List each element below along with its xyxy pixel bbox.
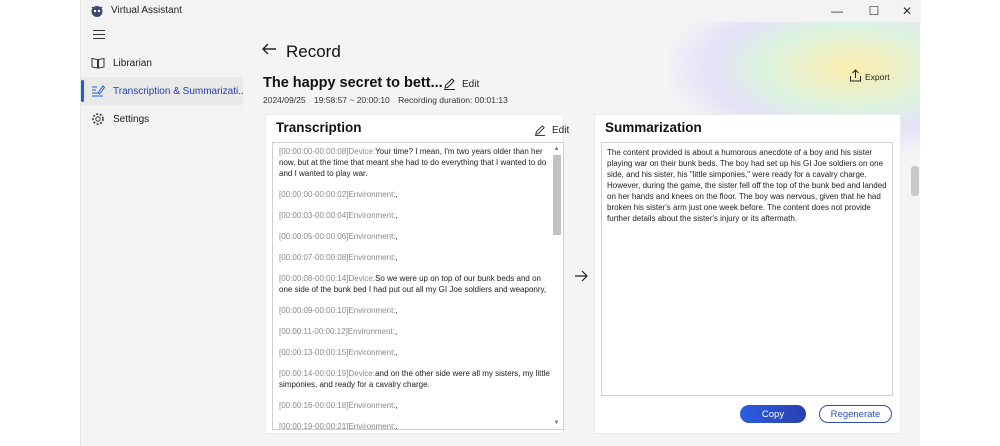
segment-timestamp: [00:00:03-00:00:04] xyxy=(279,211,349,220)
transcript-segment: [00:00:09-00:00:10]Environment:, xyxy=(279,305,551,316)
segment-speaker: Environment: xyxy=(348,348,396,357)
segment-speaker: Environment: xyxy=(348,190,396,199)
sidebar-item-settings[interactable]: Settings xyxy=(81,105,243,133)
minimize-button[interactable]: — xyxy=(828,3,846,19)
segment-text: , xyxy=(395,306,398,315)
segment-speaker: Device: xyxy=(348,147,376,156)
sidebar-item-label: Transcription & Summarizati... xyxy=(113,85,247,97)
transcription-scrollbar[interactable]: ▲ ▼ xyxy=(552,145,561,427)
segment-text: , xyxy=(394,327,398,336)
transcript-segment: [00:00:00-00:00:02]Environment:, xyxy=(279,189,551,200)
transcript-list: [00:00:00-00:00:08]Device:Your time? I m… xyxy=(279,146,551,430)
export-button[interactable]: Export xyxy=(865,72,890,82)
app-window: Virtual Assistant — ☐ ✕ Librarian Transc… xyxy=(80,0,921,446)
recording-date: 2024/09/25 xyxy=(263,95,306,105)
page-title: Record xyxy=(286,42,341,61)
segment-timestamp: [00:00:00-00:00:02] xyxy=(279,190,349,199)
segment-speaker: Environment: xyxy=(348,401,396,410)
transcript-segment: [00:00:11-00:00:12]Environment:, xyxy=(279,326,551,337)
scroll-down-icon[interactable]: ▼ xyxy=(552,419,561,427)
title-bar: Virtual Assistant — ☐ ✕ xyxy=(81,0,921,22)
segment-timestamp: [00:00:00-00:00:08] xyxy=(279,147,349,156)
segment-speaker: Device: xyxy=(348,274,376,283)
maximize-button[interactable]: ☐ xyxy=(865,3,883,19)
edit-title-button[interactable]: Edit xyxy=(462,79,479,90)
main-content: Record The happy secret to bett... Edit … xyxy=(243,22,920,446)
pencil-icon[interactable] xyxy=(443,77,456,90)
transcript-segment: [00:00:00-00:00:08]Device:Your time? I m… xyxy=(279,146,551,179)
sidebar-item-label: Librarian xyxy=(113,57,152,69)
segment-text: , xyxy=(395,401,398,410)
sidebar-item-transcription[interactable]: Transcription & Summarizati... xyxy=(81,77,247,105)
transcription-textarea[interactable]: [00:00:00-00:00:08]Device:Your time? I m… xyxy=(272,142,564,430)
segment-speaker: Environment: xyxy=(348,211,396,220)
segment-timestamp: [00:00:05-00:00:06] xyxy=(279,232,349,241)
segment-timestamp: [00:00:09-00:00:10] xyxy=(279,306,349,315)
transcription-panel: Transcription Edit [00:00:00-00:00:08]De… xyxy=(265,114,569,434)
summarization-title: Summarization xyxy=(605,120,702,135)
app-logo-icon xyxy=(91,6,103,17)
segment-text: , xyxy=(395,211,398,220)
transcript-segment: [00:00:16-00:00:18]Environment:, xyxy=(279,400,551,411)
segment-timestamp: [00:00:14-00:00:19] xyxy=(279,369,349,378)
segment-speaker: Device: xyxy=(348,369,376,378)
segment-text: , xyxy=(395,253,398,262)
sidebar-item-label: Settings xyxy=(113,113,150,125)
transcript-segment: [00:00:08-00:00:14]Device:So we were up … xyxy=(279,273,551,295)
export-icon[interactable] xyxy=(849,69,862,82)
arrow-right-icon xyxy=(575,270,588,282)
segment-timestamp: [00:00:13-00:00:15] xyxy=(279,348,349,357)
segment-speaker: Environment: xyxy=(348,422,396,430)
segment-timestamp: [00:00:19-00:00:21] xyxy=(279,422,349,430)
segment-text: , xyxy=(395,232,398,241)
transcription-title: Transcription xyxy=(276,120,362,135)
segment-timestamp: [00:00:16-00:00:18] xyxy=(279,401,349,410)
hamburger-menu-icon[interactable] xyxy=(93,30,105,40)
summary-textarea[interactable]: The content provided is about a humorous… xyxy=(601,142,893,396)
segment-text: , xyxy=(395,422,398,430)
regenerate-button[interactable]: Regenerate xyxy=(819,405,892,423)
transcript-segment: [00:00:03-00:00:04]Environment:, xyxy=(279,210,551,221)
side-scroll-handle[interactable] xyxy=(911,166,919,196)
sidebar: Librarian Transcription & Summarizati...… xyxy=(81,22,247,446)
document-title: The happy secret to bett... xyxy=(263,75,443,91)
transcript-segment: [00:00:13-00:00:15]Environment:, xyxy=(279,347,551,358)
segment-timestamp: [00:00:07-00:00:08] xyxy=(279,253,349,262)
transcript-segment: [00:00:07-00:00:08]Environment:, xyxy=(279,252,551,263)
transcript-segment: [00:00:05-00:00:06]Environment:, xyxy=(279,231,551,242)
recording-meta: 2024/09/25 19:58:57 ~ 20:00:10 Recording… xyxy=(263,95,514,105)
copy-button[interactable]: Copy xyxy=(740,405,806,423)
segment-text: , xyxy=(395,190,398,199)
book-icon xyxy=(91,57,105,69)
scroll-up-icon[interactable]: ▲ xyxy=(552,145,561,153)
segment-speaker: Environment: xyxy=(348,232,396,241)
sidebar-item-librarian[interactable]: Librarian xyxy=(81,49,243,77)
segment-timestamp: [00:00:08-00:00:14] xyxy=(279,274,349,283)
segment-speaker: Environment: xyxy=(348,253,396,262)
app-title: Virtual Assistant xyxy=(111,5,182,16)
transcript-segment: [00:00:14-00:00:19]Device:and on the oth… xyxy=(279,368,551,390)
scroll-thumb[interactable] xyxy=(553,155,561,235)
segment-speaker: Environment: xyxy=(347,327,395,336)
transcript-segment: [00:00:19-00:00:21]Environment:, xyxy=(279,421,551,430)
edit-transcription-button[interactable]: Edit xyxy=(552,125,569,136)
transcribe-icon xyxy=(92,85,105,97)
recording-time-range: 19:58:57 ~ 20:00:10 xyxy=(313,95,390,105)
pencil-icon[interactable] xyxy=(534,124,546,136)
back-arrow-icon[interactable] xyxy=(261,42,277,56)
segment-speaker: Environment: xyxy=(348,306,396,315)
gear-icon xyxy=(92,113,104,125)
segment-text: , xyxy=(395,348,398,357)
summarization-panel: Summarization The content provided is ab… xyxy=(594,114,901,434)
close-button[interactable]: ✕ xyxy=(898,3,916,19)
segment-timestamp: [00:00:11-00:00:12] xyxy=(279,327,348,336)
summary-text: The content provided is about a humorous… xyxy=(607,148,887,223)
recording-duration: Recording duration: 00:01:13 xyxy=(398,95,508,105)
